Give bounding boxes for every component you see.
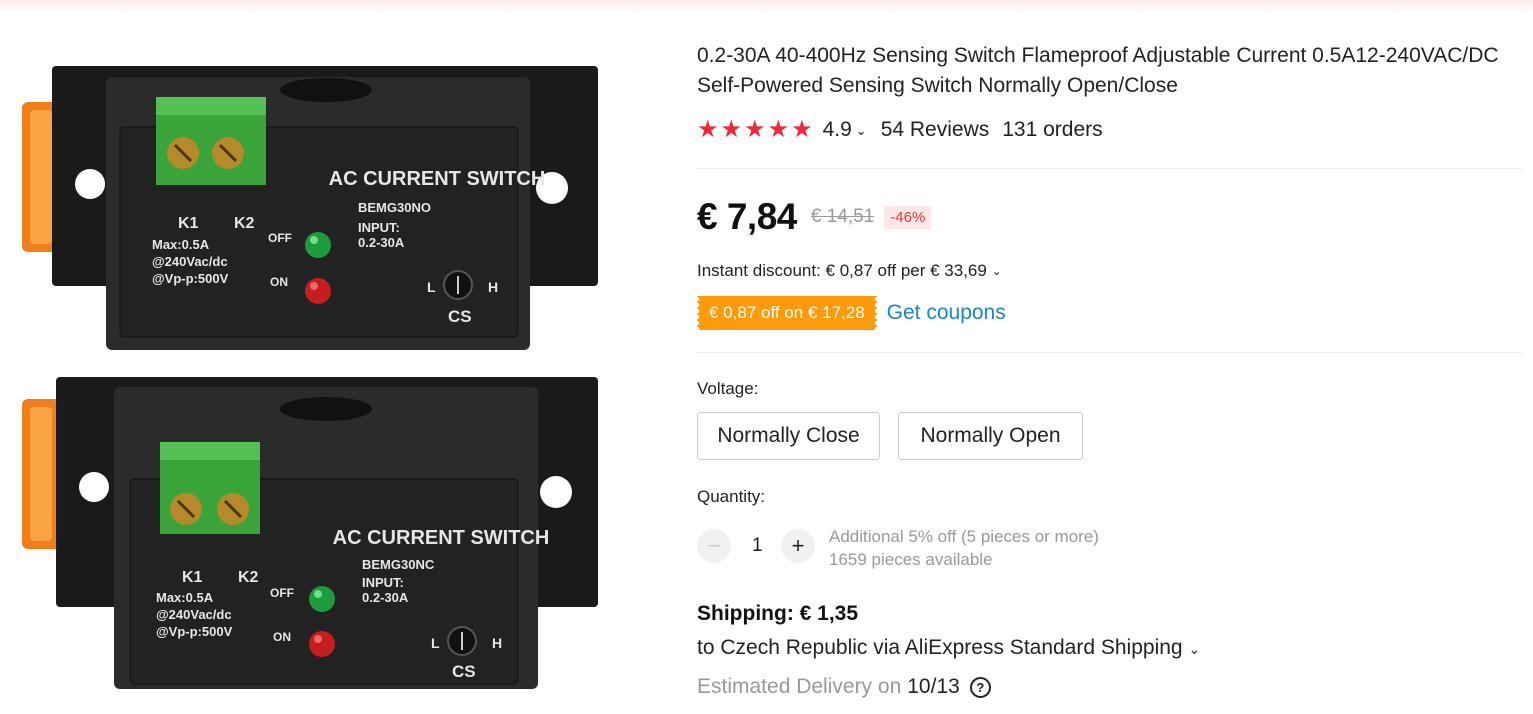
chevron-down-icon[interactable]: ⌄ [992, 264, 1002, 278]
product-image-2[interactable]: AC CURRENT SWITCH BEMG30NC INPUT: 0.2-30… [0, 369, 650, 709]
device-cs-label: CS [452, 662, 476, 681]
instant-discount[interactable]: Instant discount: € 0,87 off per € 33,69… [697, 261, 1002, 281]
estimated-delivery-label: Estimated Delivery on [697, 675, 902, 698]
coupon-badge: € 0,87 off on € 17,28 [697, 296, 877, 330]
divider [697, 352, 1523, 353]
device-k2: K2 [234, 215, 255, 232]
device-input-label: INPUT: [362, 575, 404, 590]
device-spec-2: @240Vac/dc [156, 607, 232, 622]
device-spec-2: @240Vac/dc [152, 254, 228, 269]
device-low-label: L [431, 635, 440, 651]
chevron-down-icon[interactable]: ⌄ [1188, 641, 1200, 657]
device-spec-1: Max:0.5A [152, 237, 210, 252]
quantity-value[interactable]: 1 [752, 535, 763, 557]
bulk-discount-note: Additional 5% off (5 pieces or more) [829, 527, 1099, 546]
device-heading: AC CURRENT SWITCH [333, 527, 550, 549]
quantity-notes: Additional 5% off (5 pieces or more) 165… [829, 525, 1099, 571]
device-cs-label: CS [448, 307, 472, 326]
device-spec-3: @Vp-p:500V [152, 271, 229, 286]
device-on-label: ON [273, 630, 291, 644]
product-gallery: AC CURRENT SWITCH BEMG30NO INPUT: 0.2-30… [0, 14, 650, 714]
device-input-value: 0.2-30A [362, 590, 409, 605]
device-high-label: H [492, 635, 502, 651]
discount-badge: -46% [884, 205, 932, 229]
top-gradient [0, 0, 1533, 14]
device-input-label: INPUT: [358, 220, 400, 235]
question-circle-icon[interactable]: ? [969, 676, 991, 698]
star-icon: ★ [744, 116, 766, 143]
chevron-down-icon[interactable]: ⌄ [856, 123, 867, 139]
get-coupons-link[interactable]: Get coupons [887, 301, 1006, 325]
star-icon: ★ [697, 116, 719, 143]
device-spec-1: Max:0.5A [156, 590, 214, 605]
device-spec-3: @Vp-p:500V [156, 624, 233, 639]
star-icon: ★ [720, 116, 743, 143]
device-heading: AC CURRENT SWITCH [329, 168, 546, 190]
device-k2: K2 [238, 569, 259, 586]
star-icon: ★ [791, 116, 813, 143]
device-low-label: L [427, 279, 436, 295]
orders-count: 131 orders [1002, 118, 1103, 141]
shipping-method-text: to Czech Republic via AliExpress Standar… [697, 636, 1183, 659]
option-normally-close[interactable]: Normally Close [697, 412, 880, 460]
device-k1: K1 [178, 215, 199, 232]
device-off-label: OFF [270, 586, 294, 600]
quantity-label: Quantity: [697, 487, 766, 506]
rating-stars: ★ ★ ★ ★ ★ [697, 118, 813, 142]
original-price: € 14,51 [810, 206, 875, 227]
rating-row: ★ ★ ★ ★ ★ 4.9 ⌄ 54 Reviews 131 orders [697, 116, 1103, 144]
current-switch-image: AC CURRENT SWITCH BEMG30NC INPUT: 0.2-30… [22, 377, 598, 689]
product-image-1[interactable]: AC CURRENT SWITCH BEMG30NO INPUT: 0.2-30… [0, 52, 650, 392]
reviews-link[interactable]: 54 Reviews [881, 118, 990, 142]
price-row: € 7,84 € 14,51 -46% [697, 196, 932, 238]
instant-discount-text: Instant discount: € 0,87 off per € 33,69 [697, 261, 987, 280]
device-input-value: 0.2-30A [358, 235, 405, 250]
shipping-cost: Shipping: € 1,35 [697, 602, 859, 625]
star-icon: ★ [767, 116, 790, 143]
device-model: BEMG30NC [362, 557, 435, 572]
estimated-delivery-date: 10/13 [907, 675, 960, 698]
current-switch-image: AC CURRENT SWITCH BEMG30NO INPUT: 0.2-30… [22, 66, 598, 350]
option-normally-open[interactable]: Normally Open [898, 412, 1083, 460]
increase-button[interactable]: + [781, 529, 815, 563]
voltage-label: Voltage: [697, 379, 759, 398]
device-high-label: H [488, 279, 498, 295]
estimated-delivery: Estimated Delivery on 10/13 ? [697, 675, 991, 699]
shipping-method[interactable]: to Czech Republic via AliExpress Standar… [697, 636, 1200, 660]
device-off-label: OFF [268, 231, 292, 245]
divider [697, 168, 1523, 169]
decrease-button[interactable]: − [697, 529, 731, 563]
rating-score[interactable]: 4.9 [823, 118, 852, 142]
current-price: € 7,84 [697, 196, 797, 237]
coupon-row: € 0,87 off on € 17,28 Get coupons [697, 296, 1006, 330]
device-k1: K1 [182, 569, 203, 586]
product-title: 0.2-30A 40-400Hz Sensing Switch Flamepro… [697, 44, 1499, 97]
device-on-label: ON [270, 275, 288, 289]
device-model: BEMG30NO [358, 200, 431, 215]
stock-available: 1659 pieces available [829, 550, 993, 569]
